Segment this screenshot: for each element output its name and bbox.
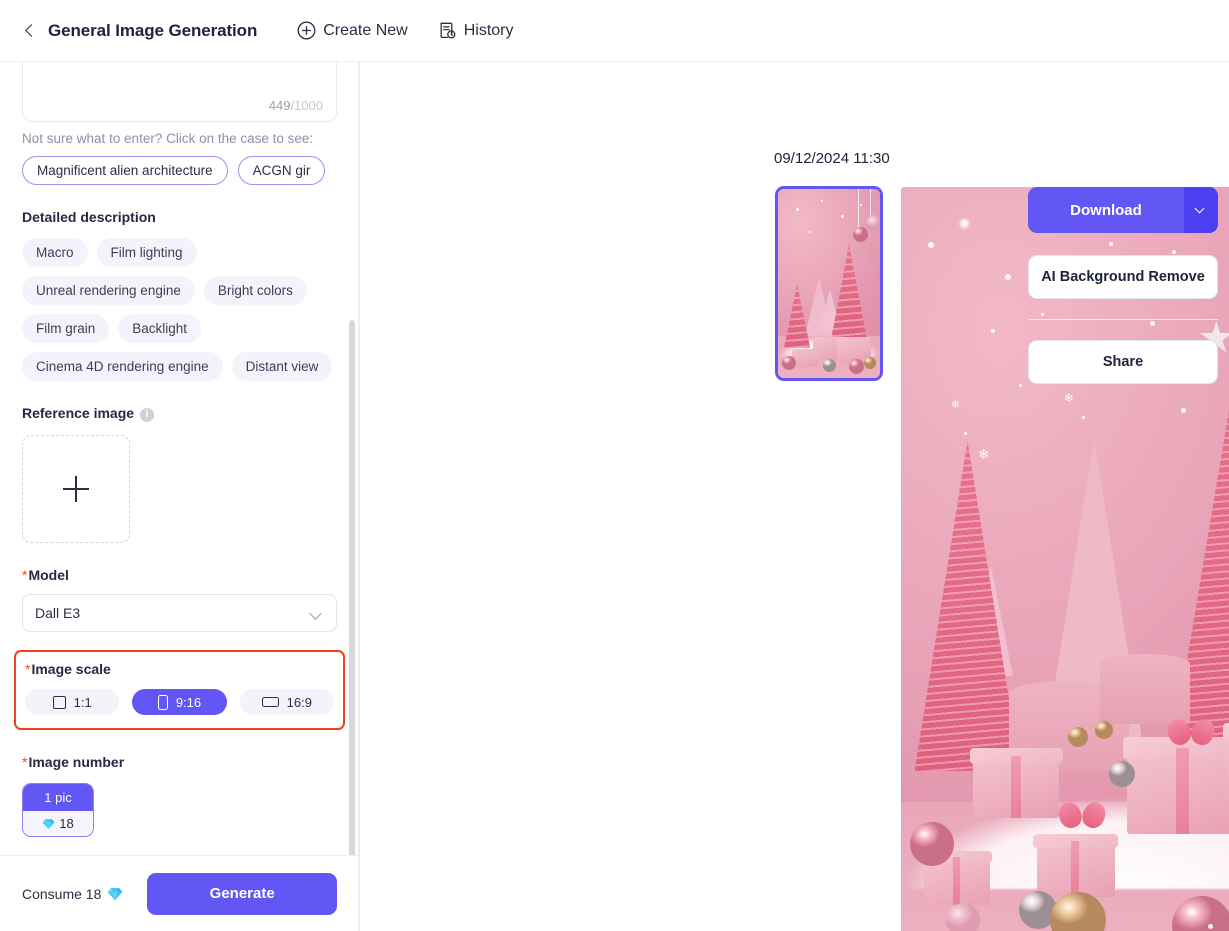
- description-tag[interactable]: Bright colors: [203, 276, 307, 305]
- thumbnail-item[interactable]: [775, 186, 883, 381]
- image-number-option-1-pic[interactable]: 1 pic 18: [22, 783, 94, 837]
- thumbnail-image: [778, 189, 880, 378]
- char-max: 1000: [294, 98, 323, 113]
- case-chip[interactable]: Magnificent alien architecture: [22, 156, 228, 185]
- page-title: General Image Generation: [48, 20, 258, 40]
- consume-label: Consume 18: [22, 885, 102, 902]
- description-tag[interactable]: Film grain: [22, 314, 110, 343]
- description-tag[interactable]: Macro: [22, 238, 88, 267]
- settings-scroll-area: visually appealing, desktop background. …: [0, 62, 359, 855]
- image-scale-option-label: 16:9: [286, 694, 312, 710]
- image-scale-options: 1:1 9:16 16:9: [25, 689, 334, 715]
- description-tag[interactable]: Unreal rendering engine: [22, 276, 195, 305]
- settings-footer: Consume 18 Generate: [0, 855, 359, 931]
- diamond-icon: [107, 887, 123, 900]
- image-number-option-label: 1 pic: [23, 784, 93, 811]
- settings-panel: visually appealing, desktop background. …: [0, 62, 360, 931]
- prompt-textarea[interactable]: visually appealing, desktop background. …: [22, 62, 337, 122]
- model-select[interactable]: Dall E3: [22, 594, 337, 632]
- description-tag[interactable]: Backlight: [118, 314, 202, 343]
- history-document-icon: [440, 22, 456, 39]
- create-new-button[interactable]: Create New: [297, 21, 408, 40]
- download-button-group: Download: [1028, 187, 1218, 233]
- description-tag[interactable]: Film lighting: [96, 238, 197, 267]
- plus-circle-icon: [297, 21, 316, 40]
- prompt-text: visually appealing, desktop background.: [35, 62, 324, 63]
- chevron-down-icon: [311, 608, 322, 619]
- thumbnail-strip: [775, 186, 883, 381]
- square-icon: [52, 695, 66, 709]
- history-button[interactable]: History: [438, 21, 514, 40]
- settings-scrollbar-thumb[interactable]: [349, 320, 355, 855]
- image-scale-option-label: 9:16: [175, 694, 202, 710]
- panel-divider: [358, 62, 359, 931]
- create-new-label: Create New: [323, 21, 408, 39]
- description-tag[interactable]: Distant view: [231, 352, 333, 381]
- detailed-description-tags: Macro Film lighting Unreal rendering eng…: [22, 238, 337, 381]
- char-counter: 449/1000: [269, 98, 323, 113]
- image-scale-option-9-16[interactable]: 9:16: [132, 689, 227, 715]
- model-value: Dall E3: [35, 605, 81, 621]
- chevron-down-icon: [1194, 203, 1206, 215]
- case-hint-text: Not sure what to enter? Click on the cas…: [22, 131, 314, 146]
- main-body: visually appealing, desktop background. …: [0, 62, 1229, 931]
- image-number-options: 1 pic 18: [22, 783, 337, 837]
- char-current: 449: [268, 98, 291, 113]
- reference-image-upload[interactable]: [22, 435, 130, 543]
- case-chip-row: Magnificent alien architecture ACGN gir: [22, 156, 337, 185]
- share-button[interactable]: Share: [1028, 340, 1218, 384]
- image-scale-option-label: 1:1: [73, 694, 92, 710]
- image-scale-section: Image scale 1:1 9:16 16:9: [14, 650, 345, 730]
- ai-background-remove-button[interactable]: AI Background Remove: [1028, 255, 1218, 299]
- portrait-icon: [157, 694, 168, 710]
- image-scale-option-1-1[interactable]: 1:1: [25, 689, 120, 715]
- info-icon[interactable]: i: [140, 408, 155, 422]
- description-tag[interactable]: Cinema 4D rendering engine: [22, 352, 223, 381]
- download-button[interactable]: Download: [1028, 187, 1184, 233]
- reference-image-text: Reference image: [22, 405, 135, 421]
- plus-icon: [63, 476, 89, 502]
- actions-divider: [1028, 319, 1218, 320]
- history-label: History: [463, 21, 514, 39]
- consume-indicator: Consume 18: [22, 886, 123, 902]
- actions-panel: Download AI Background Remove Share: [1028, 187, 1218, 384]
- image-number-cost-value: 18: [59, 816, 74, 831]
- reference-image-label: Reference image i: [22, 405, 337, 422]
- model-label: Model: [22, 567, 337, 583]
- diamond-icon: [42, 818, 55, 829]
- image-scale-option-16-9[interactable]: 16:9: [239, 689, 334, 715]
- chevron-left-icon[interactable]: [22, 23, 38, 39]
- case-chip[interactable]: ACGN gir: [237, 156, 326, 185]
- image-number-option-cost: 18: [23, 811, 93, 836]
- image-number-label: Image number: [22, 754, 337, 770]
- result-timestamp: 09/12/2024 11:30: [774, 150, 890, 167]
- app-header: General Image Generation Create New Hist…: [0, 0, 1229, 62]
- landscape-icon: [261, 697, 279, 707]
- image-scale-label: Image scale: [25, 661, 334, 677]
- download-dropdown-button[interactable]: [1184, 187, 1218, 233]
- generate-button[interactable]: Generate: [147, 872, 337, 915]
- detailed-description-label: Detailed description: [22, 209, 156, 225]
